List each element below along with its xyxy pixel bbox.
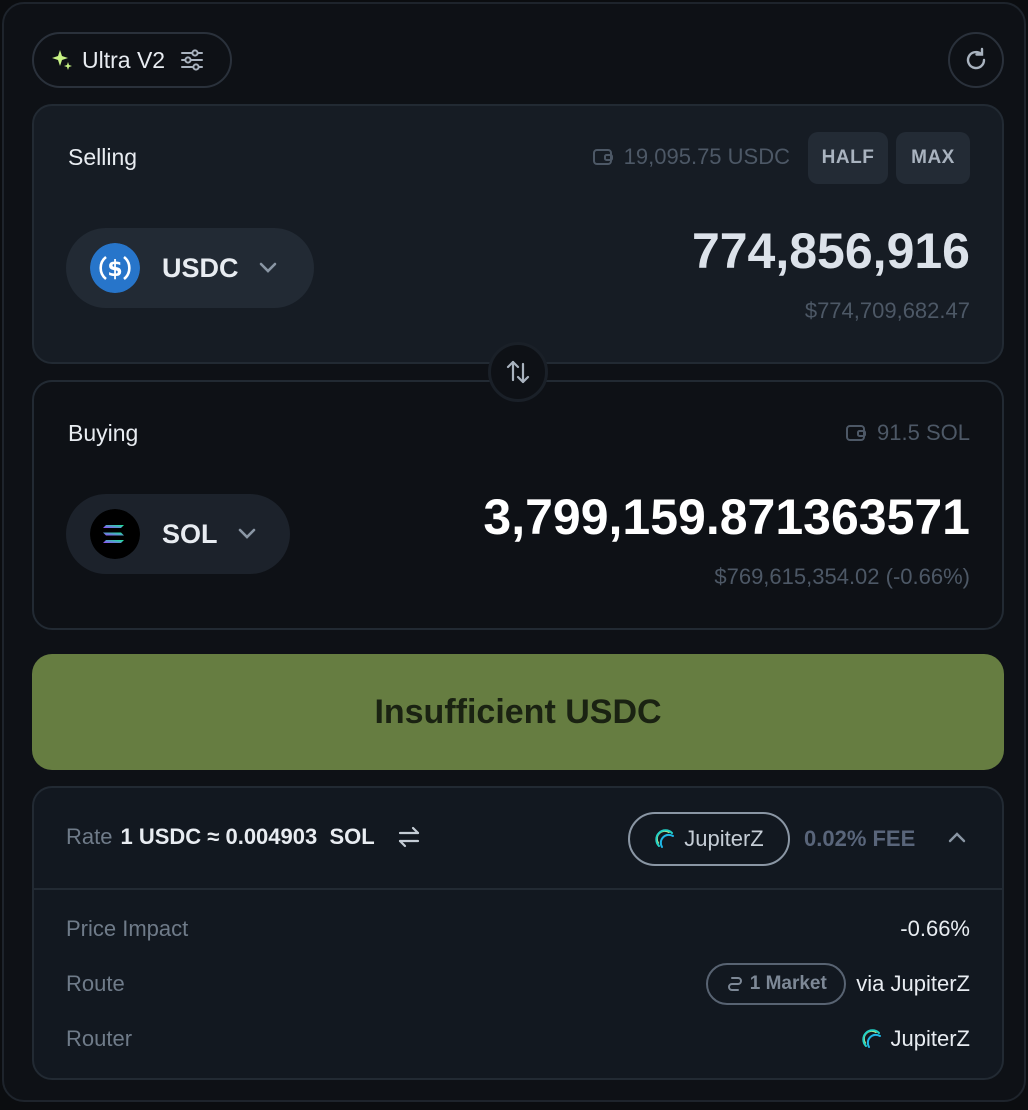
swap-widget: Ultra V2 Selling 19,095.75 USDC HALF MAX [2, 2, 1026, 1102]
rate-label: Rate [66, 824, 113, 849]
router-name: JupiterZ [684, 826, 764, 851]
buying-balance-value: 91.5 SOL [877, 420, 970, 445]
fee-label: 0.02% FEE [804, 826, 916, 851]
ultra-mode-button[interactable]: Ultra V2 [32, 32, 232, 88]
wallet-icon [846, 425, 867, 441]
buying-balance: 91.5 SOL [845, 420, 970, 446]
selling-token-name: USDC [162, 252, 239, 283]
submit-swap-button[interactable]: Insufficient USDC [32, 654, 1004, 770]
buying-usd-value: $769,615,354.02 (-0.66%) [714, 564, 970, 589]
buying-amount: 3,799,159.871363571 [483, 489, 970, 545]
sparkle-icon [52, 50, 72, 70]
route-row: Route 1 Market via JupiterZ [66, 963, 970, 1005]
price-impact-row: Price Impact -0.66% [66, 916, 970, 942]
details-header[interactable]: Rate 1 USDC ≈ 0.004903 SOL JupiterZ 0.02… [34, 788, 1002, 890]
router-badge[interactable]: JupiterZ [628, 812, 790, 866]
selling-token-select[interactable]: $ USDC [66, 228, 314, 308]
price-impact-value: -0.66% [900, 916, 970, 941]
buying-panel: Buying 91.5 SOL SOL 3,799,159.871363571 … [32, 380, 1004, 630]
chevron-up-icon[interactable] [946, 826, 968, 848]
settings-sliders-icon [181, 49, 204, 71]
chevron-down-icon [259, 262, 276, 273]
half-button[interactable]: HALF [808, 132, 888, 184]
market-count: 1 Market [749, 973, 827, 994]
refresh-button[interactable] [948, 32, 1004, 88]
buying-token-name: SOL [162, 518, 218, 549]
buying-token-select[interactable]: SOL [66, 494, 290, 574]
selling-usd-value: $774,709,682.47 [804, 298, 970, 323]
swap-direction-button[interactable] [488, 342, 548, 402]
router-value-text: JupiterZ [890, 1026, 970, 1051]
refresh-icon [966, 47, 986, 70]
svg-text:$: $ [107, 257, 122, 282]
jupiterz-logo [655, 829, 675, 848]
route-value: 1 Market via JupiterZ [706, 963, 970, 1005]
usdc-logo: $ [90, 243, 140, 293]
mode-label: Ultra V2 [82, 46, 166, 73]
router-value: JupiterZ [861, 1026, 970, 1052]
swap-arrows-icon [506, 360, 530, 384]
buying-title: Buying [68, 420, 139, 446]
max-button[interactable]: MAX [896, 132, 970, 184]
wallet-icon [592, 149, 613, 165]
rate-value: 1 USDC ≈ 0.004903 SOL [120, 824, 375, 849]
selling-amount-input[interactable]: 774,856,916 [692, 222, 970, 280]
rate: Rate 1 USDC ≈ 0.004903 SOL [66, 824, 421, 850]
route-details: Rate 1 USDC ≈ 0.004903 SOL JupiterZ 0.02… [32, 786, 1004, 1080]
selling-balance-value: 19,095.75 USDC [623, 144, 790, 169]
selling-balance: 19,095.75 USDC [592, 144, 790, 170]
router-row: Router JupiterZ [66, 1026, 970, 1052]
price-impact-label: Price Impact [66, 916, 189, 941]
selling-panel: Selling 19,095.75 USDC HALF MAX $ USDC 7… [32, 104, 1004, 364]
route-icon [727, 977, 742, 991]
sol-logo [90, 509, 140, 559]
route-via: via JupiterZ [856, 971, 970, 996]
market-count-pill[interactable]: 1 Market [706, 963, 847, 1005]
route-label: Route [66, 971, 125, 996]
router-label: Router [66, 1026, 133, 1051]
chevron-down-icon [238, 528, 255, 539]
invert-rate-icon[interactable] [397, 826, 421, 848]
jupiterz-logo [861, 1029, 881, 1048]
selling-title: Selling [68, 144, 138, 170]
